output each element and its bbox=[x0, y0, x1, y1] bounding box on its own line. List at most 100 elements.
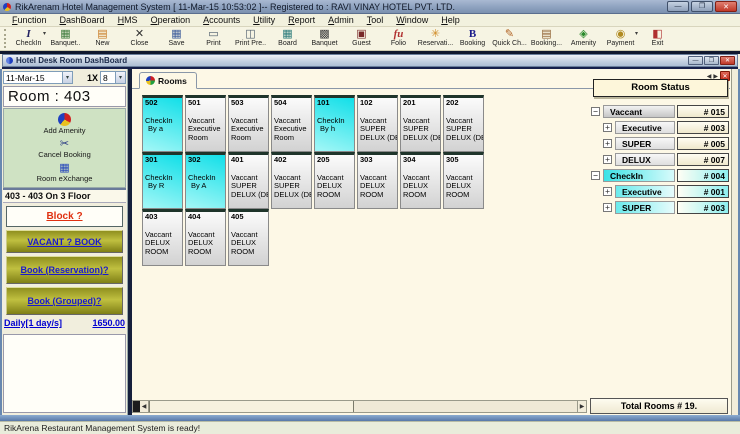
room-cell-405[interactable]: 405VaccantDELUXROOM bbox=[228, 209, 269, 266]
room-cell-403[interactable]: 403VaccantDELUXROOM bbox=[142, 209, 183, 266]
total-rooms-button[interactable]: Total Rooms # 19. bbox=[590, 398, 728, 414]
toolbar-save[interactable]: ▦Save bbox=[158, 27, 195, 50]
toolbar-close[interactable]: ✕Close bbox=[121, 27, 158, 50]
date-combobox[interactable]: 11-Mar-15 ▾ bbox=[3, 71, 73, 84]
menu-function[interactable]: Function bbox=[6, 15, 53, 25]
dropdown-arrow-icon[interactable]: ▾ bbox=[43, 30, 46, 37]
chevron-down-icon[interactable]: ▾ bbox=[62, 72, 72, 83]
menu-help[interactable]: Help bbox=[435, 15, 466, 25]
menu-window[interactable]: Window bbox=[390, 15, 434, 25]
room-cell-402[interactable]: 402VaccantSUPERDELUX (DB) bbox=[271, 152, 312, 209]
room-cell-301[interactable]: 301CheckInBy R bbox=[142, 152, 183, 209]
room-cell-404[interactable]: 404VaccantDELUXROOM bbox=[185, 209, 226, 266]
expand-icon[interactable]: + bbox=[603, 203, 612, 212]
block-button[interactable]: Block ? bbox=[6, 206, 123, 227]
toolbar-banquet[interactable]: ▩Banquet bbox=[306, 27, 343, 50]
room-cell-502[interactable]: 502CheckInBy a bbox=[142, 95, 183, 152]
menu-admin[interactable]: Admin bbox=[322, 15, 360, 25]
room-cell-201[interactable]: 201VaccantSUPERDELUX (DB) bbox=[400, 95, 441, 152]
room-cell-401[interactable]: 401VaccantSUPERDELUX (DB) bbox=[228, 152, 269, 209]
scroll-right-arrow-icon[interactable]: ▶ bbox=[577, 401, 586, 412]
expand-icon[interactable]: + bbox=[603, 155, 612, 164]
vertical-scrollbar[interactable] bbox=[731, 69, 738, 415]
menu-hms[interactable]: HMS bbox=[112, 15, 144, 25]
tree-label[interactable]: SUPER bbox=[615, 137, 675, 150]
expand-icon[interactable]: + bbox=[603, 139, 612, 148]
child-minimize-button[interactable]: — bbox=[688, 56, 703, 65]
new-icon: ▤ bbox=[97, 28, 107, 40]
room-cell-305[interactable]: 305VaccantDELUXROOM bbox=[443, 152, 484, 209]
tree-label[interactable]: CheckIn bbox=[603, 169, 675, 182]
room-cell-302[interactable]: 302CheckInBy A bbox=[185, 152, 226, 209]
toolbar-print[interactable]: ▭Print bbox=[195, 27, 232, 50]
room-status-lines: VaccantDELUXROOM bbox=[188, 231, 223, 257]
tab-rooms[interactable]: Rooms bbox=[139, 72, 197, 89]
child-window-icon bbox=[6, 57, 13, 64]
room-cell-504[interactable]: 504VaccantExecutiveRoom bbox=[271, 95, 312, 152]
action-label: Room eXchange bbox=[37, 174, 93, 183]
tree-label[interactable]: SUPER bbox=[615, 201, 675, 214]
room-number: 201 bbox=[403, 99, 438, 108]
toolbar-reservati[interactable]: ✳Reservati... bbox=[417, 27, 454, 50]
menu-tool[interactable]: Tool bbox=[361, 15, 390, 25]
tree-label[interactable]: Executive bbox=[615, 185, 675, 198]
room-cell-202[interactable]: 202VaccantSUPERDELUX (DB) bbox=[443, 95, 484, 152]
menu-report[interactable]: Report bbox=[282, 15, 321, 25]
expand-icon[interactable]: − bbox=[591, 171, 600, 180]
action-add-amenity[interactable]: Add Amenity bbox=[43, 113, 85, 135]
scrollbar-track[interactable] bbox=[354, 401, 577, 412]
horizontal-scrollbar[interactable]: ◀ ▶ bbox=[132, 400, 587, 413]
menu-accounts[interactable]: Accounts bbox=[197, 15, 246, 25]
book-grouped-button[interactable]: Book (Grouped)? bbox=[6, 287, 123, 315]
room-cell-102[interactable]: 102VaccantSUPERDELUX (DB) bbox=[357, 95, 398, 152]
tree-label[interactable]: Vaccant bbox=[603, 105, 675, 118]
close-button[interactable]: ✕ bbox=[715, 1, 737, 12]
scrollbar-thumb[interactable] bbox=[149, 401, 354, 412]
toolbar-amenity[interactable]: ◈Amenity bbox=[565, 27, 602, 50]
toolbar-exit[interactable]: ◧Exit bbox=[639, 27, 676, 50]
room-cell-101[interactable]: 101CheckInBy h bbox=[314, 95, 355, 152]
zoom-combobox[interactable]: 8 ▾ bbox=[100, 71, 126, 84]
vacant-book-button[interactable]: VACANT ? BOOK bbox=[6, 230, 123, 253]
book-reservation-button[interactable]: Book (Reservation)? bbox=[6, 256, 123, 284]
room-cell-205[interactable]: 205VaccantDELUXROOM bbox=[314, 152, 355, 209]
toolbar-item-label: New bbox=[95, 40, 109, 47]
toolbar-board[interactable]: ▦Board bbox=[269, 27, 306, 50]
restore-button[interactable]: ❐ bbox=[691, 1, 713, 12]
menu-utility[interactable]: Utility bbox=[247, 15, 281, 25]
toolbar-quick-ch[interactable]: ✎Quick Ch... bbox=[491, 27, 528, 50]
menu-operation[interactable]: Operation bbox=[145, 15, 197, 25]
toolbar-banquet[interactable]: ▦Banquet.. bbox=[47, 27, 84, 50]
toolbar-guest[interactable]: ▣Guest bbox=[343, 27, 380, 50]
rooms-board: 502CheckInBy a501VaccantExecutiveRoom503… bbox=[132, 89, 587, 400]
folio-icon: fu bbox=[394, 28, 404, 40]
child-restore-button[interactable]: ❐ bbox=[704, 56, 719, 65]
minimize-button[interactable]: — bbox=[667, 1, 689, 12]
expand-icon[interactable]: + bbox=[603, 123, 612, 132]
chevron-down-icon[interactable]: ▾ bbox=[115, 72, 125, 83]
toolbar-booking[interactable]: BBooking bbox=[454, 27, 491, 50]
menu-dashboard[interactable]: DashBoard bbox=[54, 15, 111, 25]
scroll-left-arrow-icon[interactable]: ◀ bbox=[140, 401, 149, 412]
toolbar-booking[interactable]: ▤Booking... bbox=[528, 27, 565, 50]
room-cell-503[interactable]: 503VaccantExecutiveRoom bbox=[228, 95, 269, 152]
action-cancel-booking[interactable]: ✂Cancel Booking bbox=[38, 138, 91, 159]
toolbar-checkin[interactable]: I▾CheckIn bbox=[10, 27, 47, 50]
toolbar-grip[interactable] bbox=[4, 29, 8, 48]
rate-value: 1650.00 bbox=[92, 318, 125, 331]
dropdown-arrow-icon[interactable]: ▾ bbox=[635, 30, 638, 37]
expand-icon[interactable]: − bbox=[591, 107, 600, 116]
child-close-button[interactable]: ✕ bbox=[720, 56, 735, 65]
room-cell-303[interactable]: 303VaccantDELUXROOM bbox=[357, 152, 398, 209]
tree-label[interactable]: Executive bbox=[615, 121, 675, 134]
expand-icon[interactable]: + bbox=[603, 187, 612, 196]
tree-count: # 005 bbox=[677, 137, 729, 150]
room-cell-304[interactable]: 304VaccantDELUXROOM bbox=[400, 152, 441, 209]
action-room-exchange[interactable]: ▦Room eXchange bbox=[37, 162, 93, 183]
tree-label[interactable]: DELUX bbox=[615, 153, 675, 166]
toolbar-folio[interactable]: fuFolio bbox=[380, 27, 417, 50]
toolbar-payment[interactable]: ◉▾Payment bbox=[602, 27, 639, 50]
toolbar-print-pre[interactable]: ◫Print Pre.. bbox=[232, 27, 269, 50]
toolbar-new[interactable]: ▤New bbox=[84, 27, 121, 50]
room-cell-501[interactable]: 501VaccantExecutiveRoom bbox=[185, 95, 226, 152]
